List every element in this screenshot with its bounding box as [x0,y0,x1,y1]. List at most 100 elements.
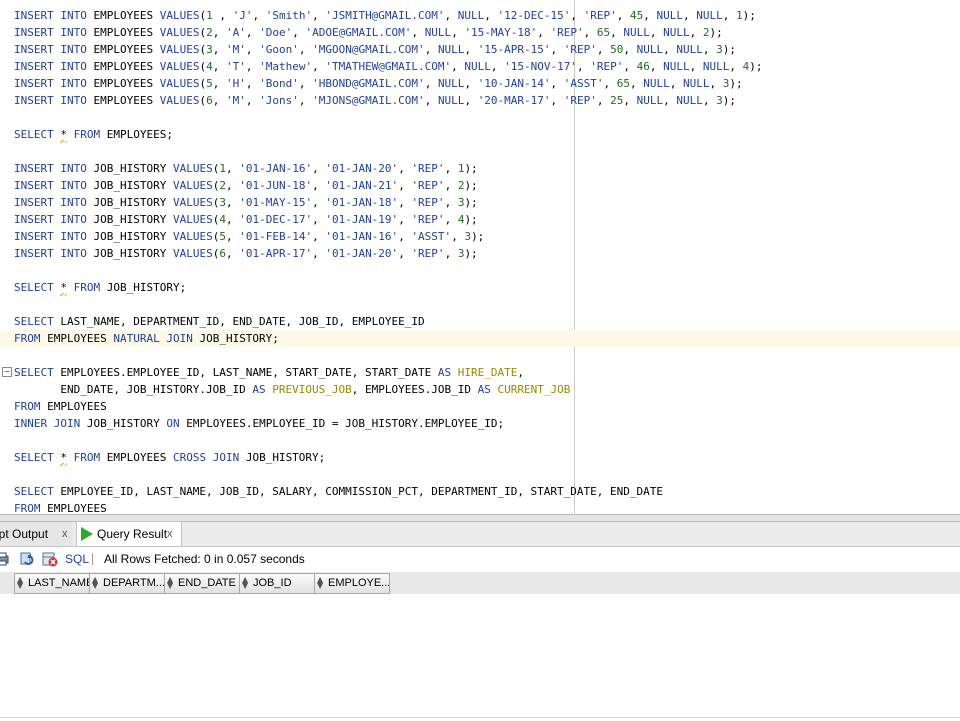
sort-arrows-icon[interactable]: ▲ ▼ [242,576,248,590]
code-line[interactable]: INSERT INTO JOB_HISTORY VALUES(2, '01-JU… [14,177,478,194]
cancel-query-icon[interactable] [42,551,58,567]
code-token: , [212,26,226,39]
code-line[interactable]: INSERT INTO EMPLOYEES VALUES(3, 'M', 'Go… [14,41,736,58]
code-token: EMPLOYEES [47,400,107,413]
code-token: 'ADOE@GMAIL.COM' [305,26,412,39]
code-token: , [212,43,226,56]
column-header[interactable]: ▲ ▼ DEPARTM... [89,573,165,594]
code-token: , [424,43,438,56]
code-line[interactable]: INSERT INTO JOB_HISTORY VALUES(6, '01-AP… [14,245,478,262]
code-token: 'REP' [590,60,624,73]
code-line[interactable]: INNER JOIN JOB_HISTORY ON EMPLOYEES.EMPL… [14,415,504,432]
code-token: , [451,60,465,73]
code-token: ); [471,230,485,243]
code-token: END_DATE, JOB_HISTORY.JOB_ID [14,383,253,396]
code-line[interactable]: INSERT INTO JOB_HISTORY VALUES(5, '01-FE… [14,228,484,245]
code-token: EMPLOYEES [106,451,173,464]
code-token: 1 [219,162,226,175]
code-token: , [298,94,313,107]
code-token: , [729,60,743,73]
code-line[interactable]: FROM EMPLOYEES [14,500,107,514]
code-line[interactable]: SELECT * FROM EMPLOYEES CROSS JOIN JOB_H… [14,449,325,466]
code-token: , [603,77,617,90]
column-header[interactable]: ▲ ▼ END_DATE [164,573,240,594]
sort-arrows-icon[interactable]: ▲ ▼ [317,576,323,590]
code-token: 'HBOND@GMAIL.COM' [312,77,425,90]
code-token: '01-JAN-21' [325,179,399,192]
code-token: NULL [636,94,664,107]
tab-query-result[interactable]: Query Result x [76,521,182,546]
code-token: SELECT [14,485,61,498]
code-token: '01-FEB-14' [239,230,313,243]
code-token: , [464,43,478,56]
print-icon[interactable] [0,551,10,567]
code-line[interactable]: FROM EMPLOYEES NATURAL JOIN JOB_HISTORY; [0,330,960,347]
sort-arrows-icon[interactable]: ▲ ▼ [17,576,23,590]
code-line[interactable]: SELECT EMPLOYEE_ID, LAST_NAME, JOB_ID, S… [14,483,663,500]
sort-arrows-icon[interactable]: ▲ ▼ [167,576,173,590]
code-token: 'Doe' [259,26,293,39]
code-token: NULL [663,60,690,73]
code-token: , [225,196,240,209]
code-line[interactable]: INSERT INTO EMPLOYEES VALUES(1 , 'J', 'S… [14,7,756,24]
sql-worksheet-editor[interactable]: − INSERT INTO EMPLOYEES VALUES(1 , 'J', … [0,0,960,514]
code-token: ); [722,43,737,56]
code-token: ); [464,162,478,175]
column-header-label: DEPARTM... [103,577,165,589]
code-line[interactable]: SELECT * FROM EMPLOYEES; [14,126,173,143]
code-token: , [298,77,313,90]
tab-query-result-close-icon[interactable]: x [167,522,173,546]
code-line[interactable]: INSERT INTO EMPLOYEES VALUES(4, 'T', 'Ma… [14,58,763,75]
code-line[interactable]: SELECT EMPLOYEES.EMPLOYEE_ID, LAST_NAME,… [14,364,524,381]
code-token: 'J' [232,9,253,22]
code-line[interactable]: INSERT INTO EMPLOYEES VALUES(2, 'A', 'Do… [14,24,723,41]
sql-link[interactable]: SQL [65,548,89,570]
column-header[interactable]: ▲ ▼ EMPLOYE... [314,573,390,594]
column-header[interactable]: ▲ ▼ JOB_ID [239,573,315,594]
code-token: NULL [437,94,465,107]
code-line[interactable]: INSERT INTO JOB_HISTORY VALUES(3, '01-MA… [14,194,478,211]
code-token: CURRENT_JOB [497,383,571,396]
code-line[interactable]: SELECT LAST_NAME, DEPARTMENT_ID, END_DAT… [14,313,425,330]
code-token: '15-MAY-18' [464,26,538,39]
refresh-icon[interactable] [20,551,36,567]
code-token: '01-JAN-20' [325,247,399,260]
code-line[interactable]: INSERT INTO EMPLOYEES VALUES(5, 'H', 'Bo… [14,75,743,92]
code-token: '15-NOV-17' [504,60,578,73]
code-token: NULL [437,43,465,56]
code-token: , [550,43,564,56]
code-line[interactable]: INSERT INTO EMPLOYEES VALUES(6, 'M', 'Jo… [14,92,736,109]
code-token: , [225,230,240,243]
code-token: , EMPLOYEES.JOB_ID [351,383,478,396]
code-token: INSERT INTO [14,162,94,175]
code-token: INSERT INTO [14,179,94,192]
code-token: , [312,247,326,260]
code-token: , [550,94,564,107]
tab-script-output-close-icon[interactable]: x [62,522,68,546]
tab-script-output[interactable]: ript Output x [0,522,72,546]
result-grid-body[interactable] [0,594,960,721]
code-token: NULL [424,26,452,39]
fold-toggle-icon[interactable]: − [2,367,12,377]
sort-arrows-icon[interactable]: ▲ ▼ [92,576,98,590]
code-token: , [225,247,240,260]
code-line[interactable]: SELECT * FROM JOB_HISTORY; [14,279,186,296]
code-line[interactable]: END_DATE, JOB_HISTORY.JOB_ID AS PREVIOUS… [14,381,570,398]
code-token: NULL [623,26,650,39]
code-token: FROM [66,451,107,464]
code-token: 'REP' [411,213,445,226]
code-token: EMPLOYEE_ID, LAST_NAME, JOB_ID, SALARY, … [60,485,664,498]
code-token: EMPLOYEES [93,43,160,56]
code-token: , [398,247,412,260]
code-token: JOB_HISTORY [86,417,167,430]
code-line[interactable]: FROM EMPLOYEES [14,398,107,415]
code-line[interactable]: INSERT INTO JOB_HISTORY VALUES(4, '01-DE… [14,211,478,228]
code-token: 50 [610,43,624,56]
code-token: NULL [636,43,664,56]
code-token: , [451,230,465,243]
column-header[interactable]: ▲ ▼ LAST_NAME [14,573,90,594]
code-token: , [464,77,478,90]
code-token: 'REP' [563,94,597,107]
code-line[interactable]: INSERT INTO JOB_HISTORY VALUES(1, '01-JA… [14,160,478,177]
code-token: INSERT INTO [14,77,94,90]
